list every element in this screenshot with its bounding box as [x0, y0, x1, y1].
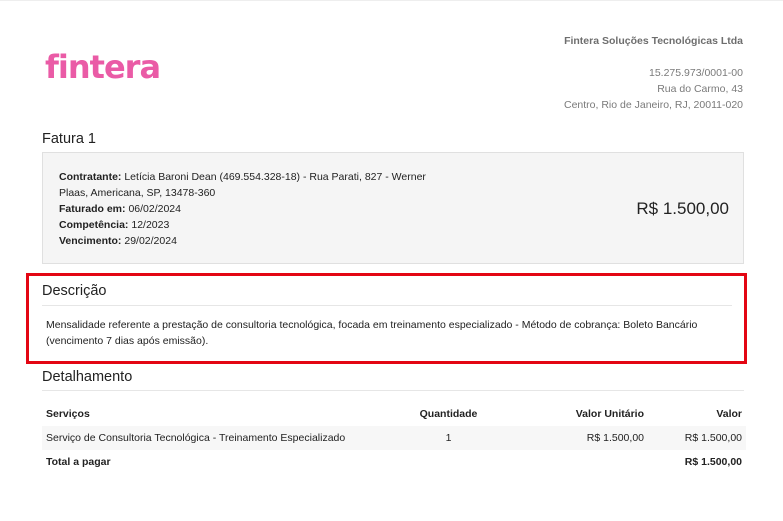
company-address-line2: Centro, Rio de Janeiro, RJ, 20011-020	[564, 99, 743, 111]
contratante-line: Contratante: Letícia Baroni Dean (469.55…	[59, 169, 449, 201]
total-value: R$ 1.500,00	[684, 456, 742, 468]
faturado-value: 06/02/2024	[128, 203, 181, 215]
company-info: Fintera Soluções Tecnológicas Ltda 15.27…	[564, 33, 743, 113]
description-text: Mensalidade referente a prestação de con…	[46, 319, 698, 347]
services-table: Serviços Quantidade Valor Unitário Valor…	[42, 402, 746, 474]
company-name: Fintera Soluções Tecnológicas Ltda	[564, 35, 743, 47]
competencia-value: 12/2023	[131, 219, 170, 231]
invoice-summary-box: Contratante: Letícia Baroni Dean (469.55…	[42, 152, 744, 264]
description-title: Descrição	[42, 283, 107, 299]
column-header-value: Valor	[716, 408, 742, 420]
description-section: Descrição Mensalidade referente a presta…	[26, 273, 747, 364]
total-row: Total a pagar R$ 1.500,00	[42, 450, 746, 474]
service-name-cell: Serviço de Consultoria Tecnológica - Tre…	[42, 426, 397, 450]
table-row: Serviço de Consultoria Tecnológica - Tre…	[42, 426, 746, 450]
column-header-quantity: Quantidade	[419, 408, 478, 420]
table-header-row: Serviços Quantidade Valor Unitário Valor	[42, 402, 746, 426]
faturado-line: Faturado em: 06/02/2024	[59, 201, 449, 217]
total-quantity-empty	[397, 450, 500, 474]
company-cnpj: 15.275.973/0001-00	[648, 67, 743, 79]
top-divider	[0, 0, 783, 1]
column-header-services: Serviços	[46, 408, 90, 420]
details-title: Detalhamento	[42, 369, 133, 385]
competencia-label: Competência:	[59, 219, 129, 231]
quantity-cell: 1	[397, 426, 500, 450]
value-cell: R$ 1.500,00	[648, 426, 746, 450]
column-header-unit-value: Valor Unitário	[575, 408, 644, 420]
vencimento-label: Vencimento:	[59, 235, 122, 247]
invoice-amount: R$ 1.500,00	[636, 199, 729, 218]
details-divider	[42, 390, 744, 391]
description-divider	[42, 305, 732, 306]
total-label: Total a pagar	[46, 456, 111, 468]
total-unit-empty	[500, 450, 648, 474]
invoice-title: Fatura 1	[42, 131, 96, 147]
vencimento-value: 29/02/2024	[124, 235, 177, 247]
invoice-summary-details: Contratante: Letícia Baroni Dean (469.55…	[59, 169, 449, 249]
unit-value-cell: R$ 1.500,00	[500, 426, 648, 450]
vencimento-line: Vencimento: 29/02/2024	[59, 233, 449, 249]
contratante-label: Contratante:	[59, 171, 122, 183]
company-address-line1: Rua do Carmo, 43	[657, 83, 743, 95]
competencia-line: Competência: 12/2023	[59, 217, 449, 233]
fintera-logo: fintera	[45, 48, 161, 86]
faturado-label: Faturado em:	[59, 203, 126, 215]
